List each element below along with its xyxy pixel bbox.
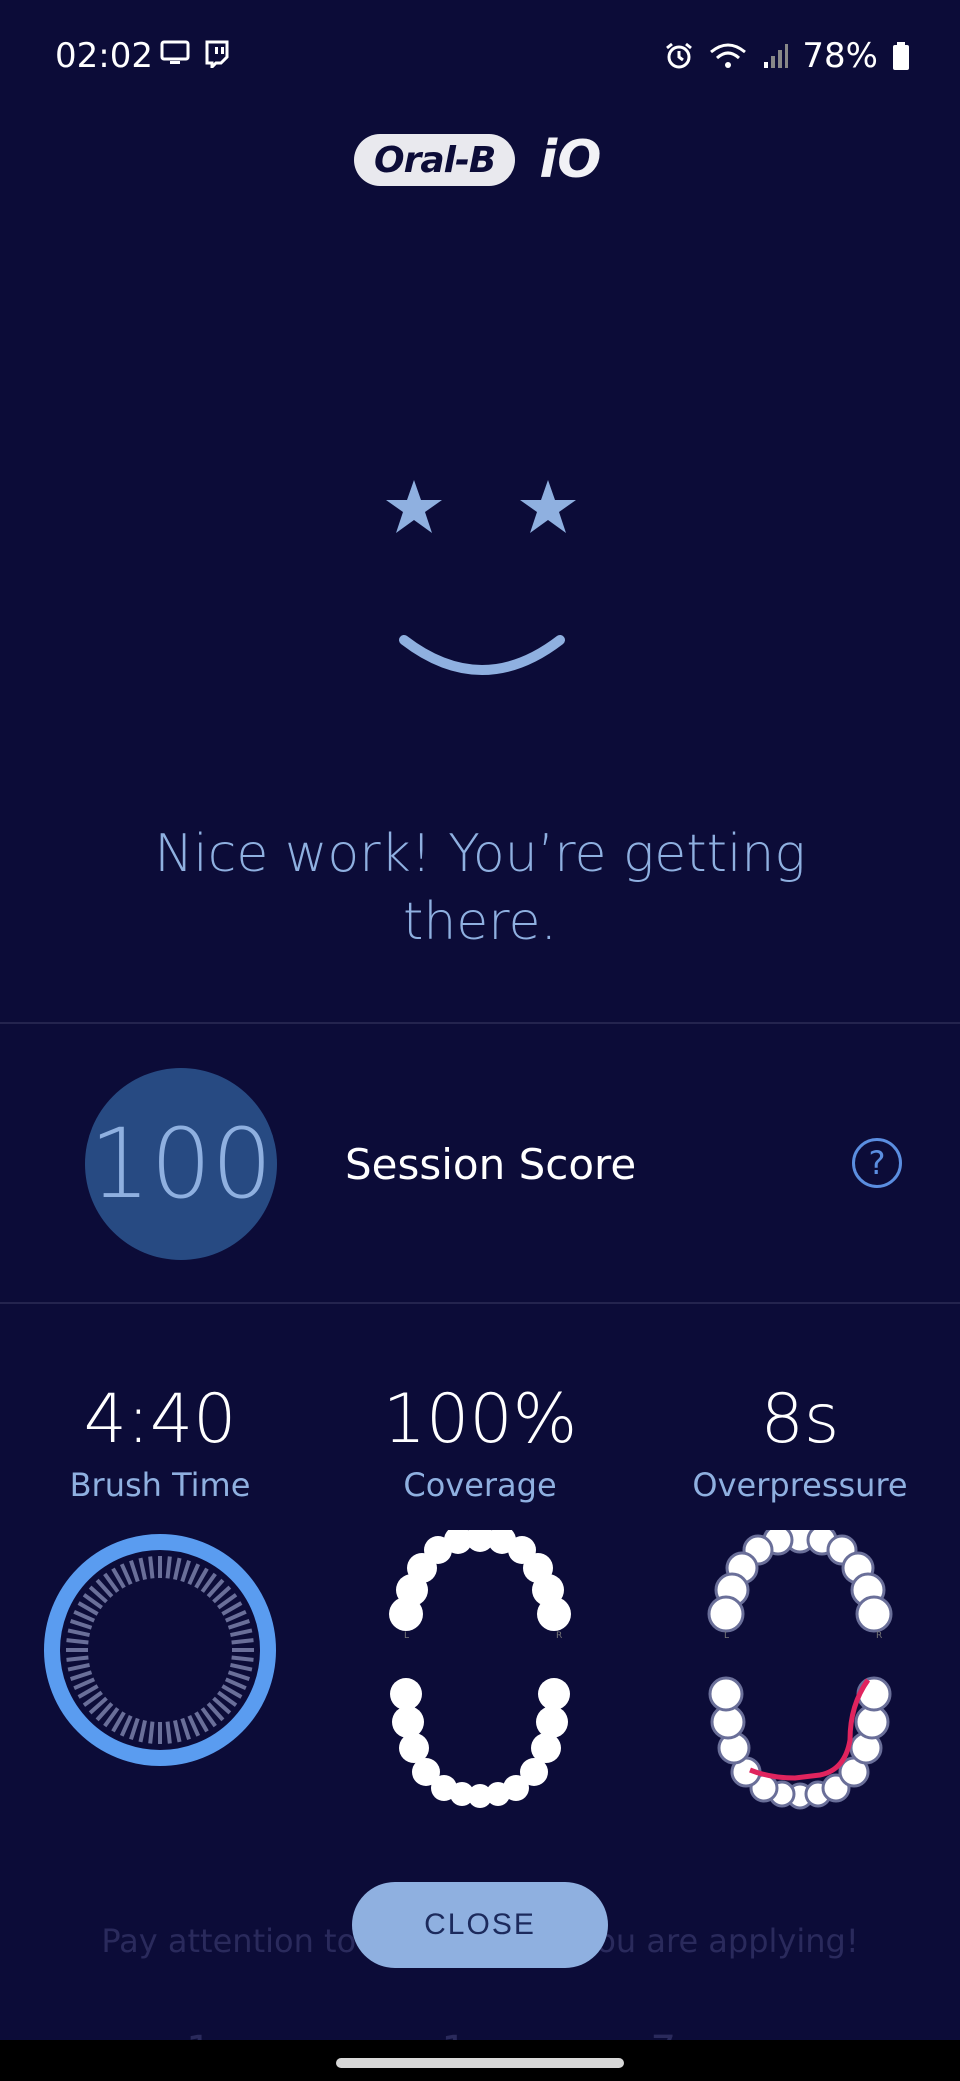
- ring-tick: [173, 1720, 182, 1743]
- ring-tick: [187, 1714, 201, 1737]
- help-button[interactable]: ?: [852, 1138, 902, 1188]
- status-right: 78%: [664, 36, 910, 76]
- svg-text:L: L: [404, 1631, 409, 1641]
- tooth: [708, 1676, 744, 1712]
- tooth: [538, 1678, 570, 1710]
- ring-tick: [73, 1609, 96, 1623]
- svg-text:R: R: [876, 1631, 882, 1641]
- ring-tick: [119, 1563, 133, 1586]
- coverage-label: Coverage: [403, 1466, 557, 1504]
- star-left-icon: [386, 480, 442, 533]
- status-bar: 02:02 78%: [0, 0, 960, 110]
- ring-tick: [129, 1717, 140, 1741]
- tooth: [390, 1678, 422, 1710]
- ring-tick: [231, 1655, 254, 1662]
- alarm-icon: [666, 42, 693, 69]
- twitch-icon: [205, 40, 229, 68]
- ring-tick: [138, 1557, 147, 1580]
- tooth: [389, 1597, 423, 1631]
- status-time: 02:02: [55, 36, 153, 76]
- ring-tick: [231, 1638, 254, 1645]
- star-right-icon: [520, 480, 576, 533]
- ring-tick: [173, 1557, 182, 1580]
- home-gesture-handle[interactable]: [336, 2058, 624, 2068]
- ring-tick: [180, 1559, 191, 1583]
- oral-b-logo: Oral-B: [354, 134, 516, 186]
- tooth: [392, 1706, 424, 1738]
- ring-tick: [129, 1559, 140, 1583]
- ring-tick: [67, 1663, 90, 1672]
- tooth: [531, 1733, 561, 1763]
- divider: [0, 1302, 960, 1304]
- ring-tick: [66, 1638, 89, 1645]
- io-logo: iO: [539, 130, 602, 190]
- tooth: [537, 1597, 571, 1631]
- ring-tick: [148, 1556, 155, 1579]
- ring-tick: [138, 1720, 147, 1743]
- tooth: [707, 1595, 745, 1633]
- stat-overpressure: 8s Overpressure: [650, 1380, 950, 1504]
- ring-tick: [224, 1609, 247, 1623]
- session-score-badge: 100: [85, 1068, 277, 1260]
- smile-icon: [399, 635, 565, 675]
- signal-icon: [764, 44, 789, 68]
- session-score-label: Session Score: [345, 1140, 637, 1189]
- ring-tick: [119, 1714, 133, 1737]
- tooth: [399, 1733, 429, 1763]
- svg-text:R: R: [556, 1631, 562, 1641]
- ring-tick: [180, 1717, 191, 1741]
- smiley-face-icon: [386, 480, 576, 675]
- tooth: [856, 1676, 892, 1712]
- brand-logo: Oral-B iO: [354, 130, 601, 190]
- ring-tick: [69, 1670, 93, 1681]
- ring-tick: [227, 1619, 251, 1630]
- feedback-message: Nice work! You’re getting there.: [154, 824, 806, 952]
- close-button[interactable]: CLOSE: [352, 1882, 608, 1968]
- ring-tick: [165, 1721, 172, 1744]
- overpressure-teeth-icon: L R: [707, 1530, 893, 1810]
- tooth: [855, 1595, 893, 1633]
- ring-tick: [67, 1628, 90, 1637]
- teeth-map: [707, 1530, 893, 1810]
- wifi-icon: [710, 43, 747, 68]
- ring-tick: [69, 1619, 93, 1630]
- cast-icon: [160, 40, 190, 64]
- ring-tick: [73, 1677, 96, 1691]
- coverage-teeth-icon: L R: [389, 1530, 571, 1808]
- ring-tick: [230, 1628, 253, 1637]
- ring-tick: [66, 1655, 89, 1662]
- divider: [0, 1022, 960, 1024]
- ring-tick: [165, 1556, 172, 1579]
- brush-time-label: Brush Time: [69, 1466, 251, 1504]
- status-left-icons: [160, 40, 230, 68]
- overpressure-value: 8s: [760, 1380, 840, 1459]
- battery-icon: [893, 42, 909, 70]
- ring-tick: [227, 1670, 251, 1681]
- brush-time-value: 4:40: [83, 1380, 237, 1459]
- coverage-value: 100%: [382, 1380, 578, 1459]
- ring-tick: [224, 1677, 247, 1691]
- ring-tick: [230, 1663, 253, 1672]
- tooth: [536, 1706, 568, 1738]
- ring-tick: [148, 1721, 155, 1744]
- overpressure-label: Overpressure: [692, 1466, 908, 1504]
- teeth-map: [389, 1530, 571, 1808]
- stat-coverage: 100% Coverage: [330, 1380, 630, 1504]
- battery-percentage: 78%: [802, 36, 878, 76]
- svg-text:L: L: [724, 1631, 729, 1641]
- brush-time-ring-icon: [44, 1534, 276, 1766]
- stat-brush-time: 4:40 Brush Time: [10, 1380, 310, 1504]
- ring-tick: [187, 1563, 201, 1586]
- ring-ticks: [66, 1556, 254, 1744]
